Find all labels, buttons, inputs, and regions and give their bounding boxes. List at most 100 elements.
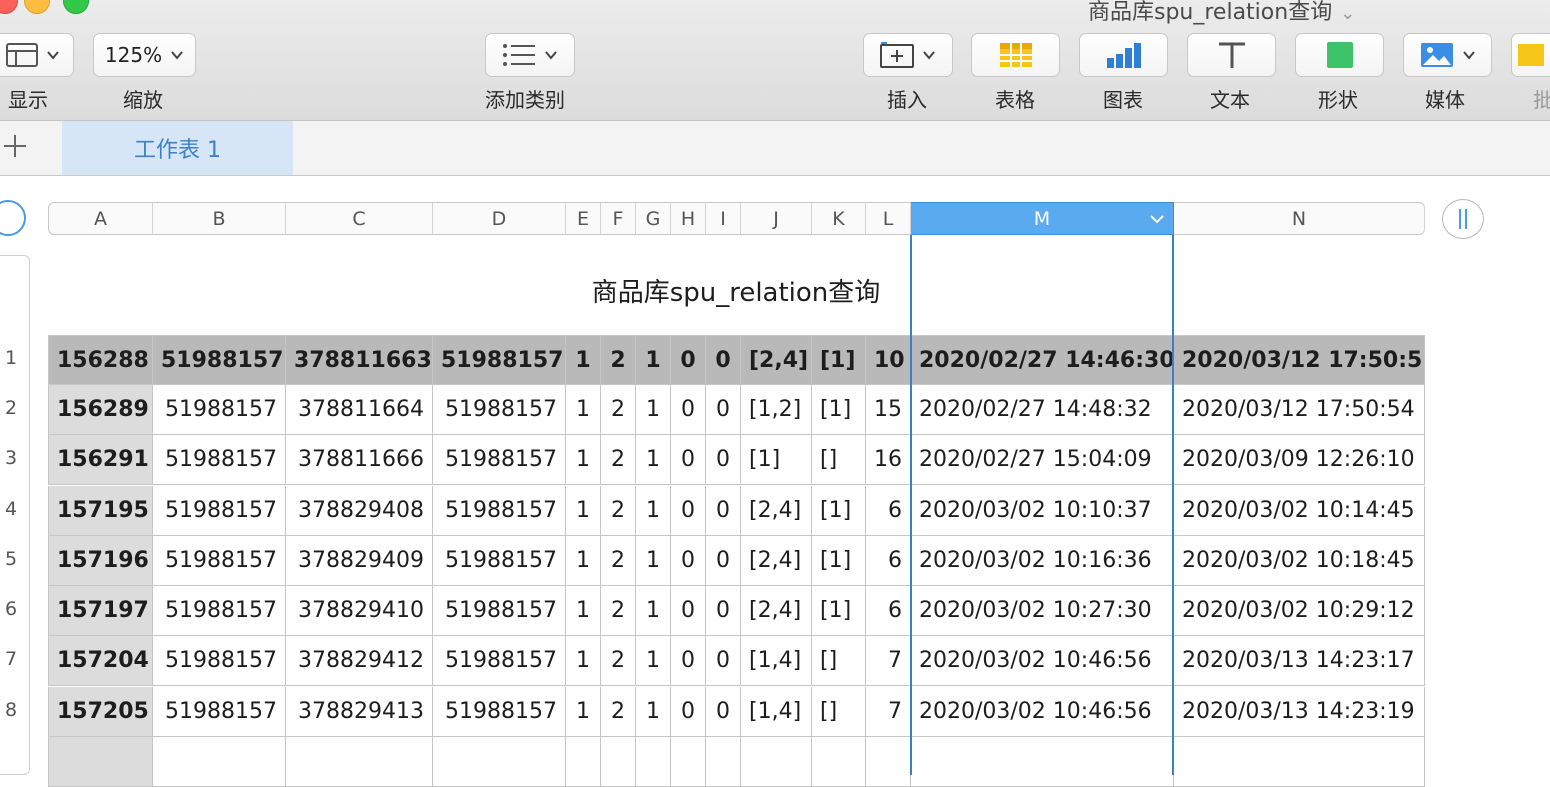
table-cell-partial[interactable] [866, 737, 911, 787]
table-title[interactable]: 商品库spu_relation查询 [48, 272, 1424, 309]
table-cell[interactable]: 1 [636, 636, 671, 686]
table-cell[interactable]: [2,4] [741, 586, 812, 636]
shape-button[interactable] [1295, 33, 1384, 77]
table-cell[interactable]: 2020/03/13 14:23:17 [1174, 636, 1425, 686]
table-cell[interactable]: 2 [601, 687, 636, 737]
view-button[interactable] [0, 33, 74, 77]
column-header-m[interactable]: M [911, 202, 1174, 235]
table-cell[interactable]: 0 [706, 385, 741, 435]
table-cell[interactable]: 51988157 [433, 435, 566, 485]
table-cell[interactable]: 2 [601, 385, 636, 435]
table-cell[interactable]: 1 [566, 636, 601, 686]
table-cell[interactable]: 0 [706, 687, 741, 737]
table-cell[interactable]: 51988157 [153, 486, 286, 536]
table-cell[interactable]: 0 [706, 586, 741, 636]
table-cell-partial[interactable] [812, 737, 866, 787]
table-cell[interactable]: [] [812, 636, 866, 686]
table-cell[interactable]: 0 [706, 435, 741, 485]
column-header-f[interactable]: F [601, 202, 636, 235]
table-cell[interactable]: 51988157 [153, 687, 286, 737]
table-cell[interactable]: 2 [601, 586, 636, 636]
header-row-cell[interactable]: 156288 [48, 335, 153, 385]
table-cell-partial[interactable] [286, 737, 433, 787]
table-cell[interactable]: 7 [866, 636, 911, 686]
add-sheet-icon[interactable] [2, 133, 28, 159]
table-cell[interactable]: 51988157 [433, 636, 566, 686]
media-button[interactable] [1403, 33, 1492, 77]
table-cell-partial[interactable] [601, 737, 636, 787]
header-row-cell[interactable]: 2020/02/27 14:46:30 [911, 335, 1174, 385]
header-row-cell[interactable]: 10 [866, 335, 911, 385]
table-cell[interactable]: 156291 [48, 435, 153, 485]
header-row-cell[interactable]: 51988157 [153, 335, 286, 385]
row-number[interactable]: 1 [0, 347, 22, 369]
table-cell[interactable]: 51988157 [433, 385, 566, 435]
table-cell[interactable]: 51988157 [153, 536, 286, 586]
table-cell[interactable]: 2 [601, 435, 636, 485]
table-cell[interactable]: 157196 [48, 536, 153, 586]
zoom-window-button[interactable] [63, 0, 89, 14]
column-header-b[interactable]: B [153, 202, 286, 235]
table-cell[interactable]: 1 [566, 586, 601, 636]
table-cell[interactable]: 1 [636, 536, 671, 586]
column-header-n[interactable]: N [1174, 202, 1425, 235]
table-cell[interactable]: 2020/03/12 17:50:54 [1174, 385, 1425, 435]
table-cell[interactable]: 51988157 [433, 486, 566, 536]
header-row-cell[interactable]: [1] [812, 335, 866, 385]
table-cell[interactable]: 51988157 [433, 536, 566, 586]
column-header-c[interactable]: C [286, 202, 433, 235]
table-cell[interactable]: 2020/03/02 10:14:45 [1174, 486, 1425, 536]
table-cell[interactable]: 0 [671, 687, 706, 737]
header-row-cell[interactable]: 2 [601, 335, 636, 385]
table-cell[interactable]: 1 [566, 435, 601, 485]
table-cell[interactable]: 0 [671, 636, 706, 686]
table-cell[interactable]: 157204 [48, 636, 153, 686]
chart-button[interactable] [1079, 33, 1168, 77]
table-cell[interactable]: 2020/03/09 12:26:10 [1174, 435, 1425, 485]
table-cell[interactable]: 378811666 [286, 435, 433, 485]
table-cell[interactable]: [1,4] [741, 687, 812, 737]
column-header-a[interactable]: A [48, 202, 153, 235]
table-cell[interactable]: 378829410 [286, 586, 433, 636]
table-cell[interactable]: 51988157 [153, 435, 286, 485]
header-row-cell[interactable]: 1 [566, 335, 601, 385]
table-cell[interactable]: 0 [671, 536, 706, 586]
table-cell[interactable]: [1,4] [741, 636, 812, 686]
table-cell-partial[interactable] [153, 737, 286, 787]
table-cell[interactable]: 6 [866, 486, 911, 536]
header-row-cell[interactable]: 378811663 [286, 335, 433, 385]
table-cell[interactable]: 1 [566, 536, 601, 586]
table-cell[interactable]: 378829408 [286, 486, 433, 536]
header-row-cell[interactable]: 1 [636, 335, 671, 385]
table-cell[interactable]: 2 [601, 636, 636, 686]
table-cell[interactable]: [1,2] [741, 385, 812, 435]
table-cell[interactable]: [1] [812, 586, 866, 636]
column-header-d[interactable]: D [433, 202, 566, 235]
header-row-cell[interactable]: 2020/03/12 17:50:51 [1174, 335, 1425, 385]
insert-button[interactable] [863, 33, 953, 77]
row-number[interactable]: 2 [0, 397, 22, 419]
window-title[interactable]: 商品库spu_relation查询 ⌄ [1088, 0, 1355, 26]
table-cell[interactable]: 7 [866, 687, 911, 737]
table-cell[interactable]: 51988157 [153, 385, 286, 435]
column-header-j[interactable]: J [741, 202, 812, 235]
table-cell[interactable]: 1 [566, 687, 601, 737]
table-cell[interactable]: 16 [866, 435, 911, 485]
table-cell[interactable]: 2020/03/02 10:16:36 [911, 536, 1174, 586]
table-cell[interactable]: 2020/03/02 10:46:56 [911, 687, 1174, 737]
table-cell[interactable]: 157205 [48, 687, 153, 737]
table-cell[interactable]: 0 [671, 385, 706, 435]
table-cell[interactable]: 157195 [48, 486, 153, 536]
row-number[interactable]: 3 [0, 447, 22, 469]
table-cell-partial[interactable] [706, 737, 741, 787]
table-cell[interactable]: 2020/03/02 10:27:30 [911, 586, 1174, 636]
add-category-button[interactable] [485, 33, 575, 77]
header-row-cell[interactable]: 0 [706, 335, 741, 385]
table-cell[interactable]: 378829412 [286, 636, 433, 686]
table-cell[interactable]: [1] [741, 435, 812, 485]
table-cell[interactable]: 2020/03/13 14:23:19 [1174, 687, 1425, 737]
table-cell[interactable]: 51988157 [153, 636, 286, 686]
table-cell[interactable]: [1] [812, 486, 866, 536]
table-cell-partial[interactable] [671, 737, 706, 787]
table-cell[interactable]: 1 [636, 687, 671, 737]
